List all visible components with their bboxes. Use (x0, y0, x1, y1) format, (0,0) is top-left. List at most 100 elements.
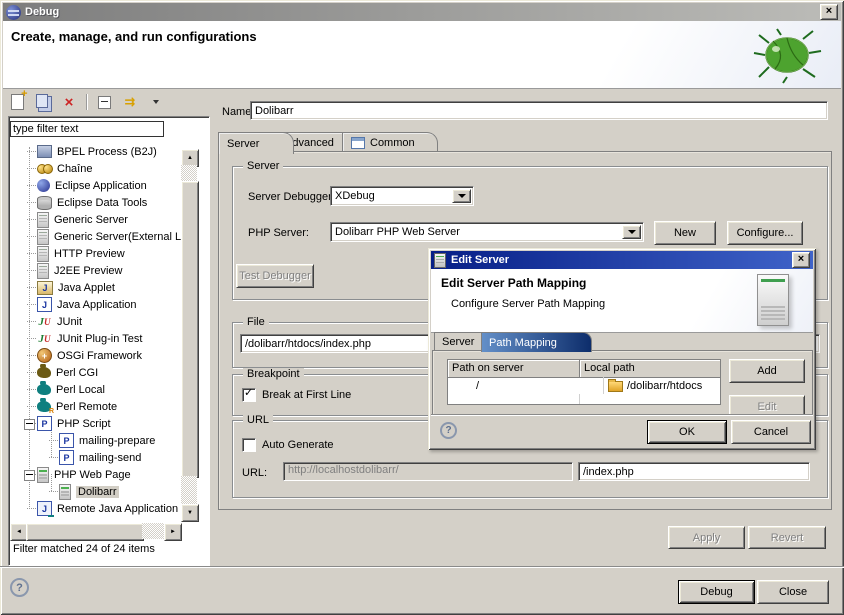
php-icon: P (59, 450, 74, 465)
server-icon (37, 229, 49, 245)
scroll-down-button[interactable]: ▼ (181, 504, 199, 522)
tree-item-php-script[interactable]: PPHP Script (11, 415, 181, 432)
tree-item-junit[interactable]: JJUnit (11, 313, 181, 330)
tab-common[interactable]: Common (342, 132, 438, 153)
apply-button[interactable]: Apply (668, 526, 745, 549)
add-mapping-button[interactable]: Add (729, 359, 805, 383)
scroll-thumb[interactable] (26, 523, 144, 541)
auto-generate-label: Auto Generate (262, 439, 334, 451)
ok-button[interactable]: OK (647, 420, 727, 444)
triangle-down-icon: ▼ (187, 510, 193, 516)
php-server-label: PHP Server: (248, 227, 309, 239)
table-row[interactable]: / /dolibarr/htdocs (448, 377, 720, 394)
bpel-process-icon (37, 145, 52, 158)
dialog-help-button[interactable]: ? (440, 422, 457, 439)
tree-item-mailing-send[interactable]: Pmailing-send (11, 449, 181, 466)
filter-menu-button[interactable] (147, 93, 165, 111)
tree-item-java-applet[interactable]: JJava Applet (11, 279, 181, 296)
collapse-all-icon (98, 96, 111, 109)
configure-server-button[interactable]: Configure... (727, 221, 803, 245)
tree-horizontal-scrollbar[interactable]: ◄ ► (10, 523, 180, 539)
tree-item-perl-cgi[interactable]: Perl CGI (11, 364, 181, 381)
filter-button[interactable]: ⇉ (121, 93, 139, 111)
break-first-line-checkbox[interactable] (242, 388, 256, 402)
scroll-track[interactable] (181, 165, 197, 181)
configurations-panel: BPEL Process (B2J) Chaîne Eclipse Applic… (8, 116, 210, 566)
filter-input[interactable] (10, 121, 164, 137)
help-button[interactable]: ? (10, 578, 29, 597)
collapse-all-button[interactable] (95, 93, 113, 111)
tree-item-generic-server[interactable]: Generic Server (11, 211, 181, 228)
collapse-expander-icon[interactable] (24, 470, 35, 481)
binoculars-icon (37, 161, 52, 176)
combo-dropdown-button[interactable] (622, 225, 641, 239)
revert-button[interactable]: Revert (748, 526, 826, 549)
tree-item-remote-java-application[interactable]: JRemote Java Application (11, 500, 181, 517)
local-path-header[interactable]: Local path (580, 360, 720, 378)
close-icon: × (826, 7, 832, 16)
debug-button[interactable]: Debug (678, 580, 755, 604)
tree-item-osgi-framework[interactable]: +OSGi Framework (11, 347, 181, 364)
url-group-label: URL (243, 414, 273, 426)
server-group-label: Server (243, 160, 283, 172)
edit-server-tab-path-mapping[interactable]: Path Mapping (481, 332, 592, 352)
tree-item-bpel-process[interactable]: BPEL Process (B2J) (11, 143, 181, 160)
tree-item-perl-local[interactable]: Perl Local (11, 381, 181, 398)
tree-item-eclipse-application[interactable]: Eclipse Application (11, 177, 181, 194)
tree-item-java-application[interactable]: JJava Application (11, 296, 181, 313)
breakpoint-group-label: Breakpoint (243, 368, 304, 380)
tree-item-generic-server-external[interactable]: Generic Server(External La (11, 228, 181, 245)
edit-server-titlebar: Edit Server × (431, 251, 813, 269)
combo-dropdown-button[interactable] (452, 189, 471, 203)
name-input[interactable] (250, 101, 828, 120)
server-icon (37, 246, 49, 262)
tree-item-j2ee-preview[interactable]: J2EE Preview (11, 262, 181, 279)
scroll-track[interactable] (181, 476, 197, 504)
java-applet-icon: J (37, 281, 53, 295)
url-path-input[interactable] (578, 462, 810, 481)
new-configuration-button[interactable] (8, 93, 26, 111)
dialog-subheading: Configure Server Path Mapping (451, 298, 605, 310)
tree-item-php-web-page[interactable]: PHP Web Page (11, 466, 181, 483)
scroll-right-button[interactable]: ► (164, 523, 182, 541)
window-titlebar: Debug × (3, 3, 841, 21)
php-icon: P (59, 433, 74, 448)
cancel-button[interactable]: Cancel (731, 420, 811, 444)
auto-generate-checkbox[interactable] (242, 438, 256, 452)
scroll-track[interactable] (142, 523, 164, 539)
duplicate-configuration-button[interactable] (34, 93, 52, 111)
chevron-down-icon (153, 100, 159, 104)
tree-item-chaine[interactable]: Chaîne (11, 160, 181, 177)
php-server-combo[interactable]: Dolibarr PHP Web Server (330, 222, 644, 242)
tree-vertical-scrollbar[interactable]: ▲ ▼ (181, 149, 197, 520)
server-icon (434, 253, 446, 268)
tree-item-mailing-prepare[interactable]: Pmailing-prepare (11, 432, 181, 449)
delete-configuration-button[interactable]: × (60, 93, 78, 111)
edit-mapping-button[interactable]: Edit (729, 395, 805, 416)
triangle-up-icon: ▲ (187, 155, 193, 161)
table-icon (351, 137, 365, 149)
window-close-button[interactable]: × (820, 4, 838, 20)
filter-icon: ⇉ (125, 96, 136, 109)
new-configuration-icon (11, 94, 24, 110)
scroll-thumb[interactable] (181, 181, 199, 478)
collapse-expander-icon[interactable] (24, 419, 35, 430)
duplicate-icon (36, 94, 48, 108)
tree-item-http-preview[interactable]: HTTP Preview (11, 245, 181, 262)
remote-java-icon: J (37, 501, 52, 516)
tree-item-perl-remote[interactable]: Perl Remote (11, 398, 181, 415)
new-server-button[interactable]: New (654, 221, 716, 245)
configurations-toolbar: × ⇉ (8, 90, 165, 114)
tree-item-dolibarr[interactable]: Dolibarr (11, 483, 181, 500)
server-debugger-combo[interactable]: XDebug (330, 186, 474, 206)
path-on-server-cell: / (448, 377, 604, 394)
page-title: Create, manage, and run configurations (11, 29, 257, 44)
test-debugger-button[interactable]: Test Debugger (236, 264, 314, 288)
tab-server[interactable]: Server (218, 132, 294, 154)
edit-server-close-button[interactable]: × (792, 252, 810, 268)
bug-icon (751, 27, 825, 85)
tree-item-junit-plugin-test[interactable]: JJUnit Plug-in Test (11, 330, 181, 347)
close-button[interactable]: Close (757, 580, 829, 604)
path-on-server-header[interactable]: Path on server (448, 360, 580, 378)
tree-item-eclipse-data-tools[interactable]: Eclipse Data Tools (11, 194, 181, 211)
